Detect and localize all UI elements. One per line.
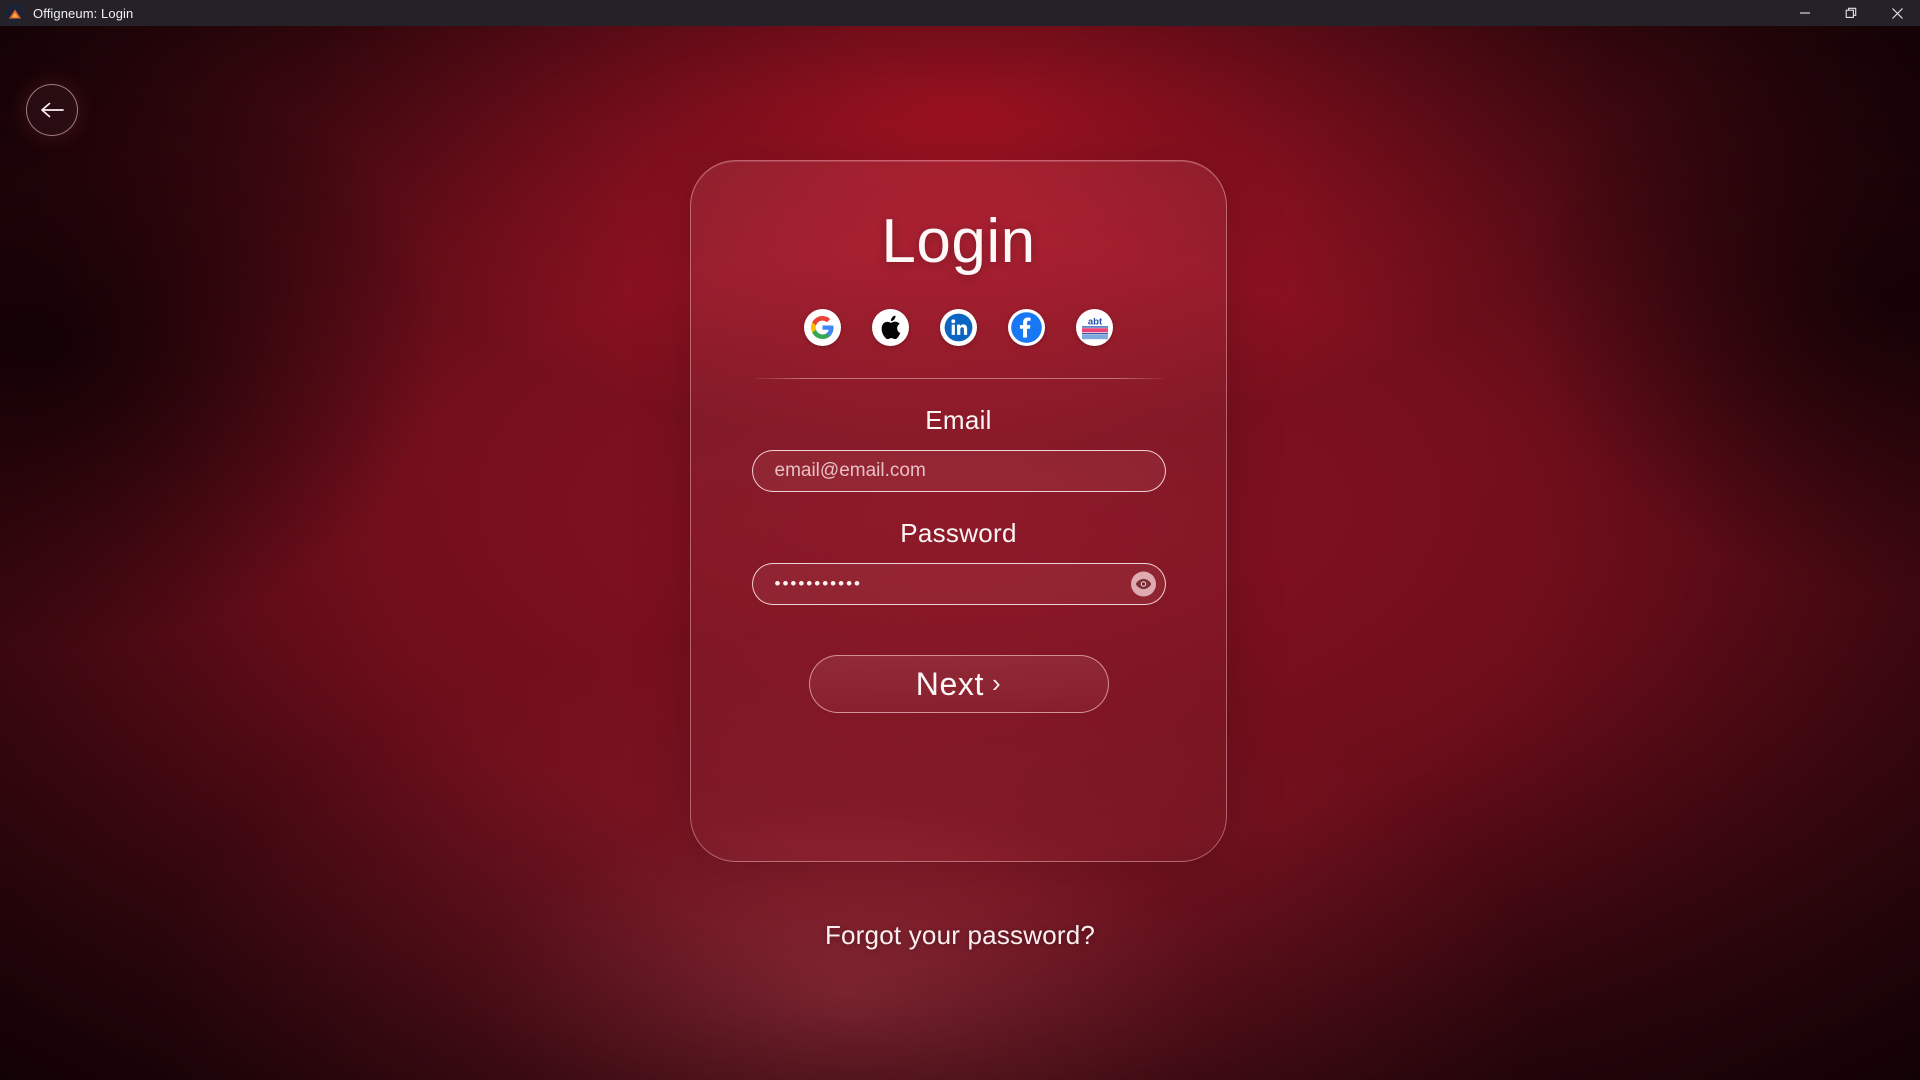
social-divider bbox=[753, 378, 1164, 379]
restore-icon[interactable] bbox=[1828, 0, 1874, 26]
page-title: Login bbox=[881, 207, 1036, 276]
email-field-wrap bbox=[751, 450, 1166, 492]
window-titlebar: Offigneum: Login bbox=[0, 0, 1920, 26]
window-title: Offigneum: Login bbox=[33, 5, 134, 21]
chevron-right-icon: › bbox=[991, 667, 1002, 698]
next-button-label: Next bbox=[915, 665, 984, 702]
password-field-wrap bbox=[751, 563, 1166, 605]
toggle-password-visibility-button[interactable] bbox=[1130, 571, 1156, 597]
close-icon[interactable] bbox=[1874, 0, 1920, 26]
email-input[interactable] bbox=[751, 450, 1166, 492]
eye-icon bbox=[1135, 578, 1152, 591]
svg-text:abt: abt bbox=[1087, 316, 1102, 327]
back-button[interactable] bbox=[26, 84, 78, 136]
social-login-google[interactable] bbox=[804, 309, 841, 346]
password-label: Password bbox=[900, 518, 1017, 548]
minimize-icon[interactable] bbox=[1782, 0, 1828, 26]
social-login-linkedin[interactable] bbox=[940, 309, 977, 346]
forgot-password-link[interactable]: Forgot your password? bbox=[0, 920, 1920, 951]
social-login-facebook[interactable] bbox=[1008, 309, 1045, 346]
window-controls bbox=[1782, 0, 1920, 26]
google-icon bbox=[811, 316, 834, 339]
abt-icon: abt bbox=[1081, 315, 1109, 341]
next-button[interactable]: Next › bbox=[808, 655, 1109, 713]
login-card: Login abt Email email@email.com Password… bbox=[690, 160, 1227, 862]
password-input[interactable] bbox=[751, 563, 1166, 605]
email-label: Email bbox=[925, 405, 992, 435]
linkedin-icon bbox=[942, 311, 975, 344]
social-login-row: abt bbox=[804, 309, 1113, 346]
apple-icon bbox=[880, 315, 901, 340]
social-login-abt[interactable]: abt bbox=[1076, 309, 1113, 346]
facebook-icon bbox=[1009, 310, 1044, 345]
mountain-logo-icon bbox=[6, 4, 24, 22]
login-page-background: Login abt Email email@email.com Password… bbox=[0, 26, 1920, 1080]
social-login-apple[interactable] bbox=[872, 309, 909, 346]
back-arrow-icon bbox=[39, 101, 65, 119]
